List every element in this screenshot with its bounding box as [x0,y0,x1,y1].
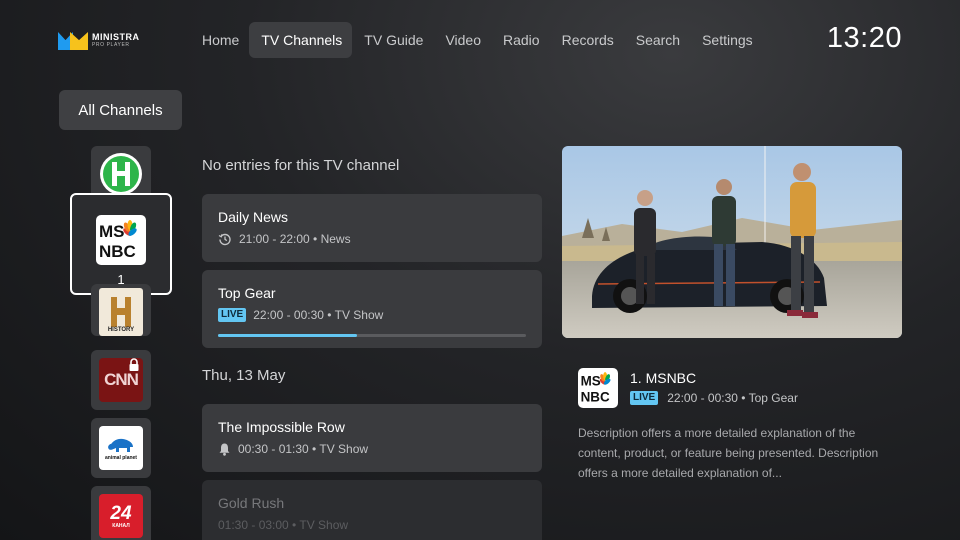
nav-records[interactable]: Records [550,22,624,58]
date-header: Thu, 13 May [202,367,286,384]
animal-planet-logo-text: animal planet [105,455,137,461]
empty-message: No entries for this TV channel [202,157,400,174]
nav-search[interactable]: Search [624,22,690,58]
24-kanal-logo-subtext: КАНАЛ [112,522,130,529]
program-title: Gold Rush [218,495,285,511]
clock: 13:20 [826,22,902,54]
program-item-impossible-row[interactable]: The Impossible Row 00:30 - 01:30 • TV Sh… [202,404,542,472]
animal-planet-logo-icon: animal planet [99,426,143,470]
channel-item-cnn[interactable]: CNN [91,350,151,410]
live-badge: LIVE [630,391,659,405]
info-channel-logo: MS NBC [578,368,618,408]
history-logo-text: HISTORY [107,327,135,333]
nav-tv-channels[interactable]: TV Channels [249,22,353,58]
program-meta: 01:30 - 03:00 • TV Show [218,518,349,532]
program-item-daily-news[interactable]: Daily News 21:00 - 22:00 • News [202,194,542,262]
info-program-meta: 22:00 - 00:30 • Top Gear [667,391,798,405]
program-title: The Impossible Row [218,419,345,435]
program-item-top-gear[interactable]: Top Gear LIVE 22:00 - 00:30 • TV Show [202,270,542,348]
replay-icon [218,233,231,246]
channel-item-history[interactable]: HISTORY [91,284,151,336]
ministra-logo-icon [58,30,88,50]
svg-text:NBC: NBC [581,389,610,404]
channel-item-msnbc-selected[interactable]: MS NBC 1 [70,193,172,295]
cnn-logo-text: CNN [104,370,139,389]
program-progress-fill [218,334,357,337]
info-description: Description offers a more detailed expla… [578,426,879,480]
msnbc-logo-icon: MS NBC [96,215,146,265]
svg-text:MS: MS [581,374,601,389]
24-kanal-logo-icon: 24 КАНАЛ [99,494,143,538]
history-logo-icon: HISTORY [99,288,143,336]
program-meta: 00:30 - 01:30 • TV Show [238,442,369,456]
program-progress-bar [218,334,526,337]
nav-settings[interactable]: Settings [690,22,763,58]
nav-home[interactable]: Home [190,22,249,58]
top-nav: Home TV Channels TV Guide Video Radio Re… [190,22,763,58]
channel-preview-image [562,146,902,338]
svg-text:MS: MS [99,222,125,241]
all-channels-button[interactable]: All Channels [59,90,182,130]
program-title: Top Gear [218,285,276,301]
program-meta: 22:00 - 00:30 • TV Show [253,308,384,322]
app-logo: MINISTRA PRO PLAYER [58,30,140,50]
msnbc-logo-icon: MS NBC [581,372,611,404]
info-channel-title: 1. MSNBC [630,370,697,386]
program-meta: 21:00 - 22:00 • News [239,232,351,246]
channel-item-animal-planet[interactable]: animal planet [91,418,151,478]
brand-sub: PRO PLAYER [92,41,130,48]
lock-icon [129,358,139,371]
program-title: Daily News [218,209,289,225]
svg-text:NBC: NBC [99,242,136,261]
brand-name: MINISTRA [92,31,140,42]
24-kanal-logo-text: 24 [110,502,132,524]
program-item-gold-rush[interactable]: Gold Rush 01:30 - 03:00 • TV Show [202,480,542,540]
live-badge: LIVE [218,308,247,322]
nav-radio[interactable]: Radio [491,22,550,58]
bell-icon [219,443,230,456]
nav-tv-guide[interactable]: TV Guide [352,22,433,58]
channel-item-24-kanal[interactable]: 24 КАНАЛ [91,486,151,540]
nav-video[interactable]: Video [433,22,491,58]
